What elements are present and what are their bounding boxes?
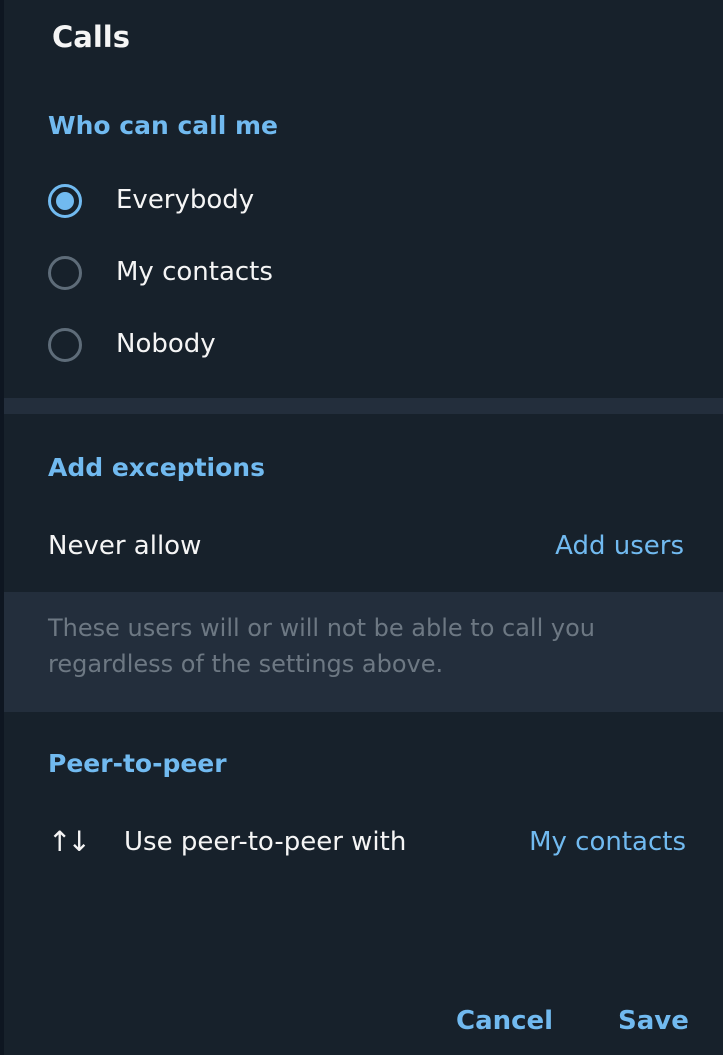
arrows-up-down-icon: ↑↓ (48, 825, 91, 858)
radio-button-checked-icon[interactable] (48, 184, 82, 218)
radio-label-my-contacts: My contacts (116, 257, 273, 287)
never-allow-row[interactable]: Never allow Add users (48, 520, 684, 576)
peer-to-peer-header: Peer-to-peer (48, 749, 227, 778)
peer-to-peer-row[interactable]: ↑↓ Use peer-to-peer with My contacts (48, 816, 686, 872)
radio-button-unchecked-icon[interactable] (48, 256, 82, 290)
who-can-call-header: Who can call me (48, 111, 278, 140)
radio-label-nobody: Nobody (116, 329, 216, 359)
section-divider (4, 398, 723, 414)
peer-to-peer-label: Use peer-to-peer with (124, 827, 407, 857)
cancel-button[interactable]: Cancel (456, 1003, 553, 1039)
radio-everybody[interactable]: Everybody (48, 176, 688, 232)
radio-label-everybody: Everybody (116, 185, 255, 215)
save-button[interactable]: Save (618, 1003, 689, 1039)
radio-nobody[interactable]: Nobody (48, 320, 688, 376)
exceptions-note-band: These users will or will not be able to … (4, 592, 723, 712)
peer-to-peer-value[interactable]: My contacts (529, 824, 686, 860)
radio-my-contacts[interactable]: My contacts (48, 248, 688, 304)
calls-settings-window: Calls Who can call me Everybody My conta… (0, 0, 723, 1055)
dialog-title: Calls (52, 20, 130, 54)
radio-button-unchecked-icon[interactable] (48, 328, 82, 362)
add-users-link[interactable]: Add users (555, 528, 684, 564)
never-allow-label: Never allow (48, 531, 202, 561)
add-exceptions-header: Add exceptions (48, 453, 265, 482)
exceptions-note: These users will or will not be able to … (48, 614, 595, 678)
